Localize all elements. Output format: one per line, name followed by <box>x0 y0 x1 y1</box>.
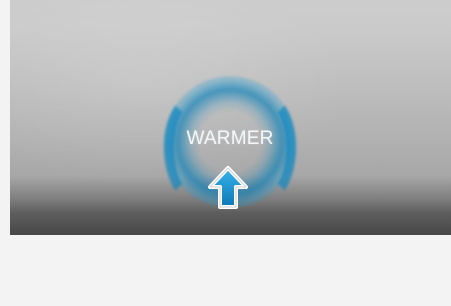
hvac-display-screen: WARMER <box>0 0 451 306</box>
warmer-label: WARMER <box>186 128 274 149</box>
up-arrow-icon <box>208 166 248 209</box>
bottom-strip <box>0 235 451 306</box>
